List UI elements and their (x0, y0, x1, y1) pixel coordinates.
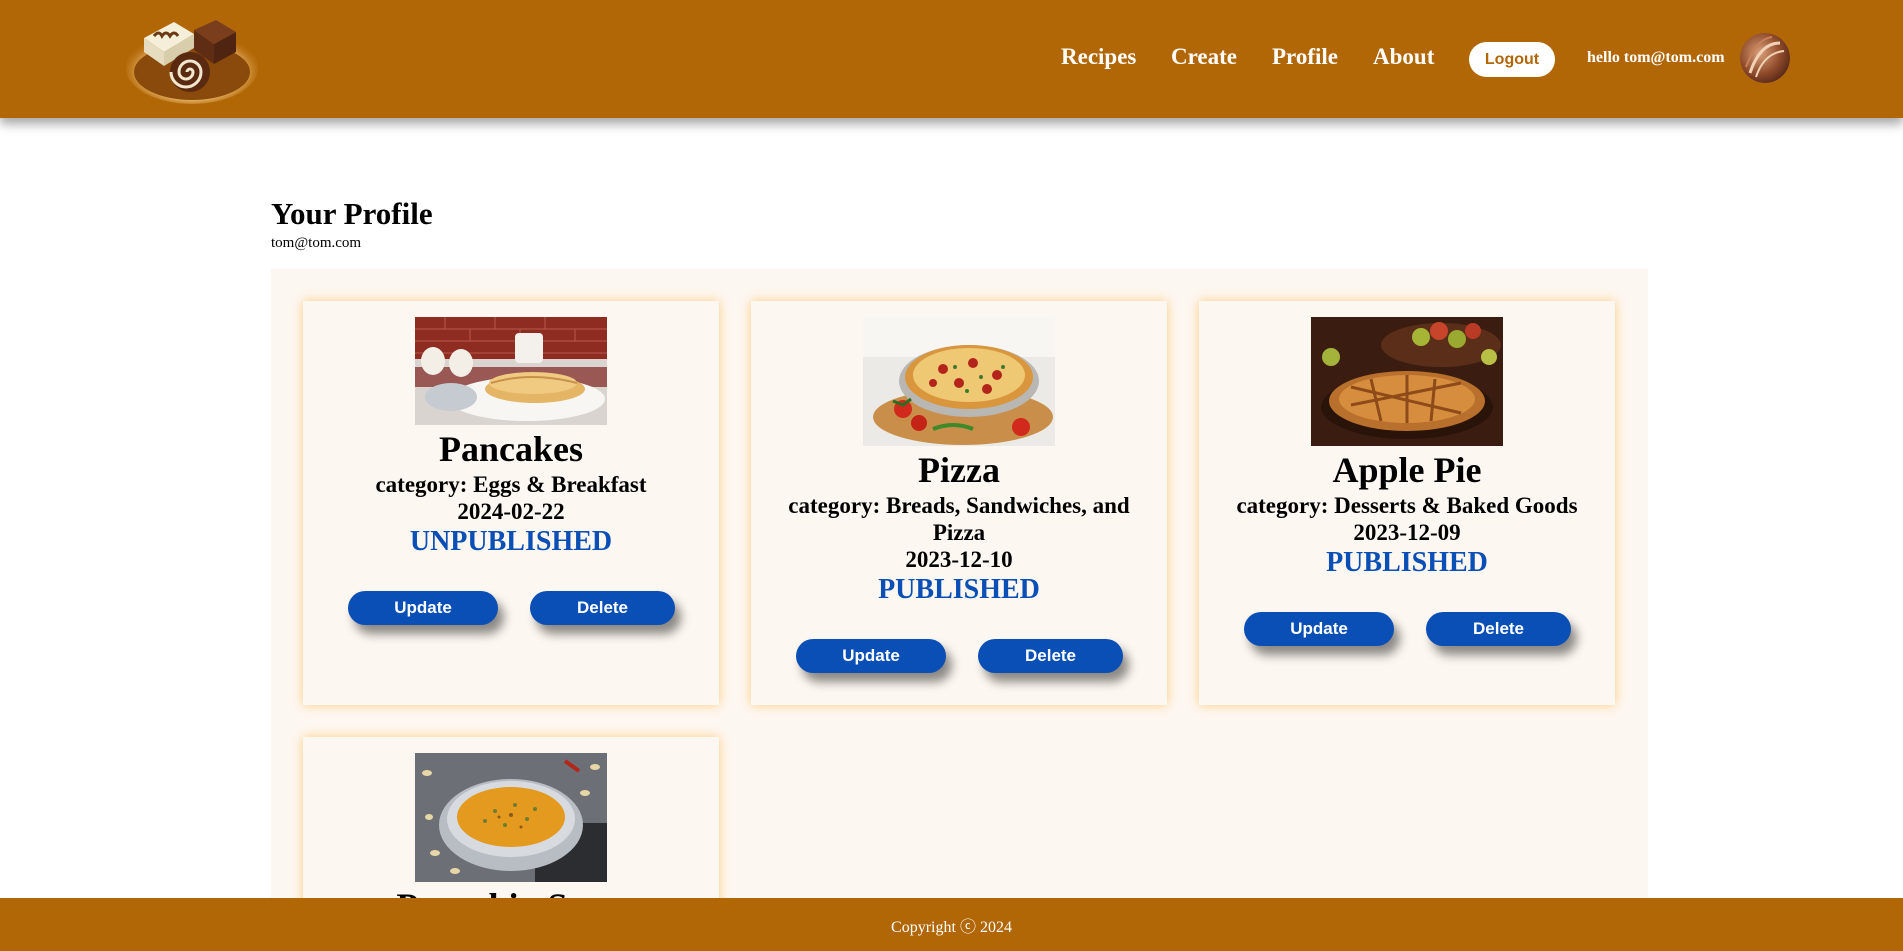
recipe-date: 2023-12-09 (1353, 520, 1461, 545)
status-badge: UNPUBLISHED (409, 526, 613, 557)
update-button[interactable]: Update (348, 591, 498, 625)
update-button[interactable]: Update (1244, 612, 1394, 646)
status-badge: PUBLISHED (878, 574, 1040, 605)
nav-about[interactable]: About (1373, 44, 1434, 70)
user-avatar-icon[interactable] (1740, 33, 1790, 83)
recipe-category: category: Breads, Sandwiches, and Pizza (788, 493, 1130, 545)
recipe-category: category: Eggs & Breakfast (375, 472, 647, 497)
recipe-card: Pizza category: Breads, Sandwiches, and … (751, 301, 1167, 705)
user-greeting: hello tom@tom.com (1587, 49, 1725, 66)
update-button[interactable]: Update (796, 639, 946, 673)
recipe-category: category: Desserts & Baked Goods (1236, 493, 1578, 518)
nav-create[interactable]: Create (1171, 44, 1237, 70)
recipe-card: Apple Pie category: Desserts & Baked Goo… (1199, 301, 1615, 705)
delete-button[interactable]: Delete (530, 591, 675, 625)
delete-button[interactable]: Delete (1426, 612, 1571, 646)
site-header: Recipes Create Profile About Logout hell… (0, 0, 1903, 118)
recipe-title: Pizza (918, 450, 1000, 490)
copyright-text: Copyright ⓒ 2024 (891, 918, 1012, 936)
recipe-date: 2024-02-22 (457, 499, 565, 524)
profile-email: tom@tom.com (271, 235, 362, 251)
logo[interactable] (124, 8, 260, 104)
pumpkin-soup-photo (415, 753, 607, 882)
recipe-date: 2023-12-10 (905, 547, 1013, 572)
apple-pie-photo (1311, 317, 1503, 446)
recipe-card: Pancakes category: Eggs & Breakfast 2024… (303, 301, 719, 705)
status-badge: PUBLISHED (1326, 547, 1488, 578)
recipe-list: Pancakes category: Eggs & Breakfast 2024… (271, 269, 1648, 937)
pancakes-photo (415, 317, 607, 425)
page-title: Your Profile (271, 196, 433, 231)
delete-button[interactable]: Delete (978, 639, 1123, 673)
pizza-photo (863, 317, 1055, 446)
site-footer: Copyright ⓒ 2024 (0, 898, 1903, 951)
recipe-title: Apple Pie (1332, 450, 1482, 490)
logout-button[interactable]: Logout (1469, 42, 1555, 77)
nav-profile[interactable]: Profile (1272, 44, 1338, 70)
recipe-title: Pancakes (439, 429, 583, 469)
nav-recipes[interactable]: Recipes (1061, 44, 1136, 70)
